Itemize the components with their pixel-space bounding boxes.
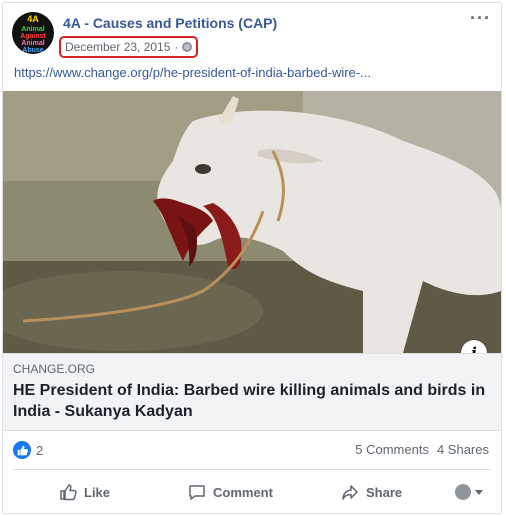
link-preview-caption[interactable]: CHANGE.ORG HE President of India: Barbed… bbox=[3, 353, 501, 431]
post-as-selector[interactable] bbox=[455, 484, 483, 500]
like-label: Like bbox=[84, 484, 111, 500]
comment-button[interactable]: Comment bbox=[188, 476, 273, 508]
comments-count[interactable]: 5 Comments bbox=[355, 442, 429, 457]
page-name-link[interactable]: 4A - Causes and Petitions (CAP) bbox=[63, 15, 277, 31]
avatar-text: 4A bbox=[27, 14, 39, 24]
thumbs-up-icon bbox=[60, 484, 77, 501]
avatar-text: Against bbox=[20, 33, 46, 40]
separator-dot: · bbox=[174, 40, 179, 54]
like-button[interactable]: Like bbox=[59, 476, 110, 508]
globe-icon bbox=[182, 42, 193, 52]
post-date[interactable]: December 23, 2015 bbox=[65, 40, 170, 54]
link-preview-image[interactable]: i bbox=[3, 91, 501, 353]
shares-count[interactable]: 4 Shares bbox=[437, 442, 489, 457]
comment-icon bbox=[189, 485, 205, 500]
divider bbox=[13, 469, 491, 470]
avatar-text: Animal bbox=[21, 26, 45, 33]
chevron-down-icon bbox=[475, 489, 483, 495]
post-timestamp[interactable]: December 23, 2015 · bbox=[59, 36, 199, 58]
link-domain: CHANGE.ORG bbox=[13, 362, 96, 376]
share-icon bbox=[342, 485, 358, 500]
like-reaction-icon bbox=[13, 441, 31, 459]
page-avatar[interactable]: 4A Animal Against Animal Abuse bbox=[12, 12, 54, 54]
avatar-text: Abuse bbox=[22, 47, 44, 54]
share-button[interactable]: Share bbox=[341, 476, 402, 508]
link-headline[interactable]: HE President of India: Barbed wire killi… bbox=[13, 380, 493, 422]
reaction-count[interactable]: 2 bbox=[36, 443, 43, 458]
comment-label: Comment bbox=[213, 484, 273, 500]
avatar bbox=[455, 484, 471, 500]
share-label: Share bbox=[366, 484, 403, 500]
avatar-text: Animal bbox=[21, 40, 45, 47]
post-card: 4A Animal Against Animal Abuse 4A - Caus… bbox=[2, 2, 502, 514]
more-options-icon[interactable]: ··· bbox=[470, 9, 491, 27]
cow-photo bbox=[3, 91, 501, 353]
engagement-counts: 5 Comments 4 Shares bbox=[355, 442, 489, 457]
reaction-summary[interactable]: 2 bbox=[13, 441, 43, 459]
post-link[interactable]: https://www.change.org/p/he-president-of… bbox=[14, 65, 371, 80]
